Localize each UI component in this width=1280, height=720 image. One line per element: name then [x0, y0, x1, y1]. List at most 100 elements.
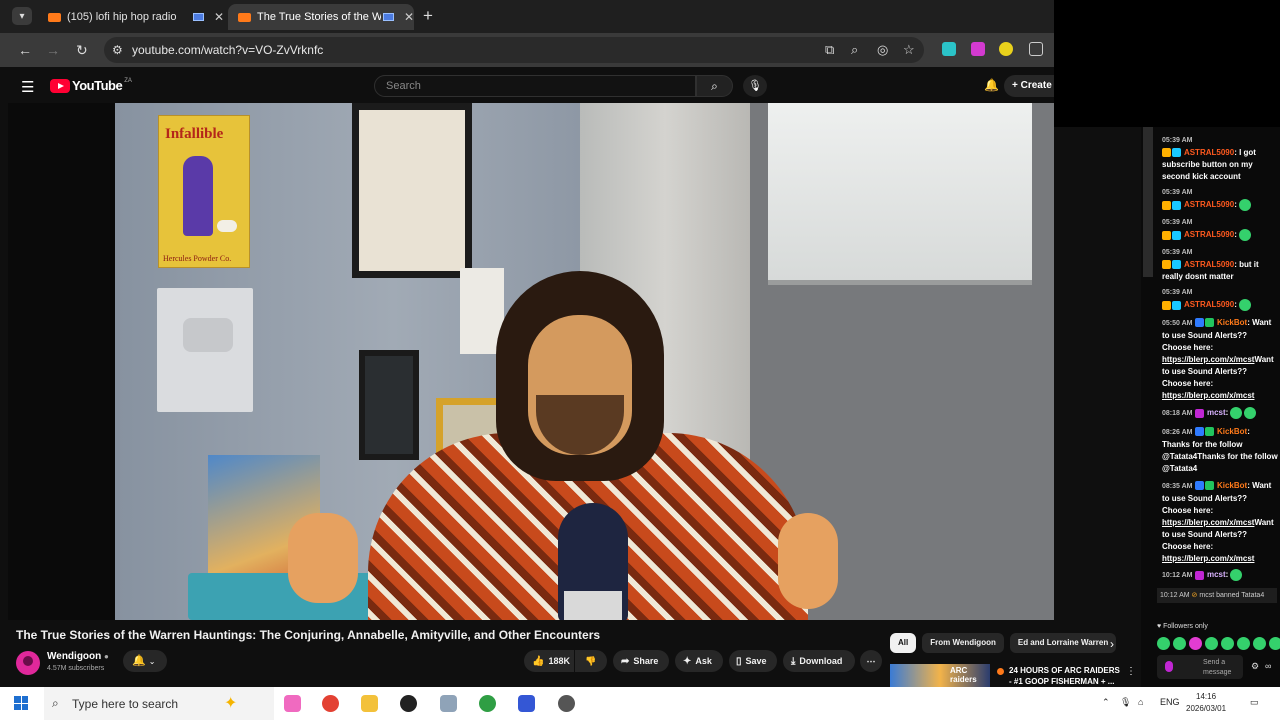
- subscribed-bell-button[interactable]: 🔔 ⌄: [123, 650, 167, 672]
- extensions-puzzle-icon[interactable]: [1029, 42, 1043, 56]
- search-icon: ⌕: [711, 79, 718, 93]
- save-button[interactable]: ▯ Save: [729, 650, 777, 672]
- steam-icon[interactable]: [558, 695, 575, 712]
- message-link[interactable]: https://blerp.com/x/mcst: [1162, 391, 1254, 400]
- emote-icon[interactable]: [1221, 637, 1234, 650]
- word-icon[interactable]: [518, 695, 535, 712]
- video-thumbnail[interactable]: ARC raiders: [890, 664, 990, 687]
- emote-icon[interactable]: [1253, 637, 1266, 650]
- create-button[interactable]: + Create: [1004, 75, 1054, 97]
- notifications-icon[interactable]: 🔔: [984, 78, 999, 92]
- new-tab-button[interactable]: +: [423, 6, 433, 26]
- chip-from-wendigoon[interactable]: From Wendigoon: [922, 633, 1004, 653]
- emote-icon[interactable]: [1269, 637, 1280, 650]
- message-link[interactable]: https://blerp.com/x/mcst: [1162, 355, 1254, 364]
- close-tab-icon[interactable]: ✕: [404, 10, 414, 24]
- chat-username[interactable]: mcst: [1207, 570, 1226, 579]
- mic-badge-icon: [1194, 570, 1204, 580]
- video-whiteboard: [768, 103, 1032, 285]
- chat-username[interactable]: mcst: [1207, 408, 1226, 417]
- emote-icon[interactable]: [1157, 637, 1170, 650]
- avatar[interactable]: [16, 651, 40, 675]
- framed-sketch: [352, 103, 472, 278]
- chat-scrollbar[interactable]: [1143, 127, 1153, 277]
- copilot-icon[interactable]: [284, 695, 301, 712]
- search-button[interactable]: ⌕: [696, 75, 733, 97]
- install-app-icon[interactable]: ⧉: [825, 42, 834, 58]
- more-actions-button[interactable]: ⋯: [860, 650, 882, 672]
- poster-footer: Hercules Powder Co.: [163, 254, 232, 263]
- download-button[interactable]: ⤓ Download: [783, 650, 855, 672]
- youtube-logo[interactable]: YouTube ZA: [50, 78, 132, 93]
- snipping-tool-icon[interactable]: [440, 695, 457, 712]
- emote-picker-icon[interactable]: ∞: [1265, 661, 1271, 671]
- tray-chevron-icon[interactable]: ⌃: [1102, 697, 1110, 708]
- tracking-eye-icon[interactable]: ◎: [877, 42, 888, 58]
- language-indicator[interactable]: ENG: [1160, 697, 1180, 707]
- chat-username[interactable]: ASTRAL5090: [1184, 230, 1234, 239]
- extension-icon[interactable]: [999, 42, 1013, 56]
- ask-button[interactable]: ✦ Ask: [675, 650, 723, 672]
- message-time: 05:39 AM: [1162, 289, 1193, 296]
- chip-all[interactable]: All: [890, 633, 917, 653]
- chat-username[interactable]: ASTRAL5090: [1184, 148, 1234, 157]
- more-vert-icon[interactable]: ⋮: [1126, 666, 1136, 677]
- chevron-right-icon[interactable]: ›: [1110, 637, 1114, 651]
- chip-warren[interactable]: Ed and Lorraine Warren: [1009, 633, 1117, 653]
- tab-title: The True Stories of the Warr: [257, 11, 381, 23]
- chat-username[interactable]: KickBot: [1217, 481, 1247, 490]
- notifications-icon[interactable]: ▭: [1250, 697, 1259, 708]
- taskbar-search-input[interactable]: ⌕ Type here to search ✦: [44, 687, 274, 720]
- file-explorer-icon[interactable]: [361, 695, 378, 712]
- zoom-icon[interactable]: ⌕: [851, 42, 858, 58]
- dislike-button[interactable]: 👎: [575, 650, 607, 672]
- send-message-input[interactable]: Send a message: [1157, 655, 1243, 679]
- extension-icon[interactable]: [971, 42, 985, 56]
- tab-search-menu-button[interactable]: ▾: [12, 7, 32, 25]
- search-input[interactable]: Search: [374, 75, 696, 97]
- chat-username[interactable]: KickBot: [1217, 427, 1247, 436]
- emote-icon[interactable]: [1189, 637, 1202, 650]
- chat-username[interactable]: ASTRAL5090: [1184, 200, 1234, 209]
- video-player[interactable]: Infallible Hercules Powder Co.: [8, 103, 1054, 620]
- forward-icon[interactable]: →: [46, 42, 60, 58]
- taskbar-clock[interactable]: 14:16 2026/03/01: [1186, 691, 1226, 715]
- channel-name[interactable]: Wendigoon ●: [47, 651, 109, 662]
- like-button[interactable]: 👍 188K: [524, 650, 574, 672]
- bot-badge-icon: [1194, 427, 1204, 437]
- extension-icon[interactable]: [942, 42, 956, 56]
- clock-date: 2026/03/01: [1186, 704, 1227, 713]
- settings-icon[interactable]: ⚙: [1251, 661, 1259, 672]
- message-link[interactable]: https://blerp.com/x/mcst: [1162, 518, 1254, 527]
- windows-start-icon[interactable]: [14, 696, 28, 710]
- emote-icon[interactable]: [1173, 637, 1186, 650]
- url-text[interactable]: youtube.com/watch?v=VO-ZvVrknfc: [132, 43, 323, 57]
- reload-icon[interactable]: ↻: [76, 42, 88, 59]
- tab-warren[interactable]: The True Stories of the Warr ✕: [228, 4, 414, 30]
- chat-username[interactable]: ASTRAL5090: [1184, 300, 1234, 309]
- chrome-icon[interactable]: [322, 695, 339, 712]
- network-icon[interactable]: ⌂: [1138, 697, 1143, 707]
- message-link[interactable]: https://blerp.com/x/mcst: [1162, 554, 1254, 563]
- emote-icon[interactable]: [1205, 637, 1218, 650]
- microphone-icon[interactable]: 🎙: [1120, 697, 1131, 708]
- tab-lofi[interactable]: (105) lofi hip hop radio ✕: [38, 4, 224, 30]
- obs-icon[interactable]: [400, 695, 417, 712]
- back-icon[interactable]: ←: [18, 42, 32, 58]
- close-tab-icon[interactable]: ✕: [214, 10, 224, 24]
- chrome-profile-icon[interactable]: [479, 695, 496, 712]
- recommended-video[interactable]: ARC raiders 24 HOURS OF ARC RAIDERS - #1…: [890, 664, 1140, 687]
- chat-username[interactable]: KickBot: [1217, 318, 1247, 327]
- windows-taskbar: ⌕ Type here to search ✦ ⌃ 🎙 ⌂ ENG 14:16 …: [0, 687, 1280, 720]
- chat-message: 05:39 AM ASTRAL5090:: [1162, 287, 1278, 311]
- poster-dog: [217, 220, 237, 232]
- share-button[interactable]: ➦ Share: [613, 650, 669, 672]
- menu-icon[interactable]: ☰: [21, 78, 34, 96]
- emote-icon[interactable]: [1237, 637, 1250, 650]
- bookmark-star-icon[interactable]: ☆: [903, 42, 915, 58]
- voice-search-button[interactable]: 🎙: [743, 75, 767, 97]
- address-bar[interactable]: ⚙ youtube.com/watch?v=VO-ZvVrknfc ⧉ ⌕ ◎ …: [104, 37, 924, 63]
- message-time: 05:39 AM: [1162, 219, 1193, 226]
- chat-username[interactable]: ASTRAL5090: [1184, 260, 1234, 269]
- site-info-icon[interactable]: ⚙: [112, 43, 123, 57]
